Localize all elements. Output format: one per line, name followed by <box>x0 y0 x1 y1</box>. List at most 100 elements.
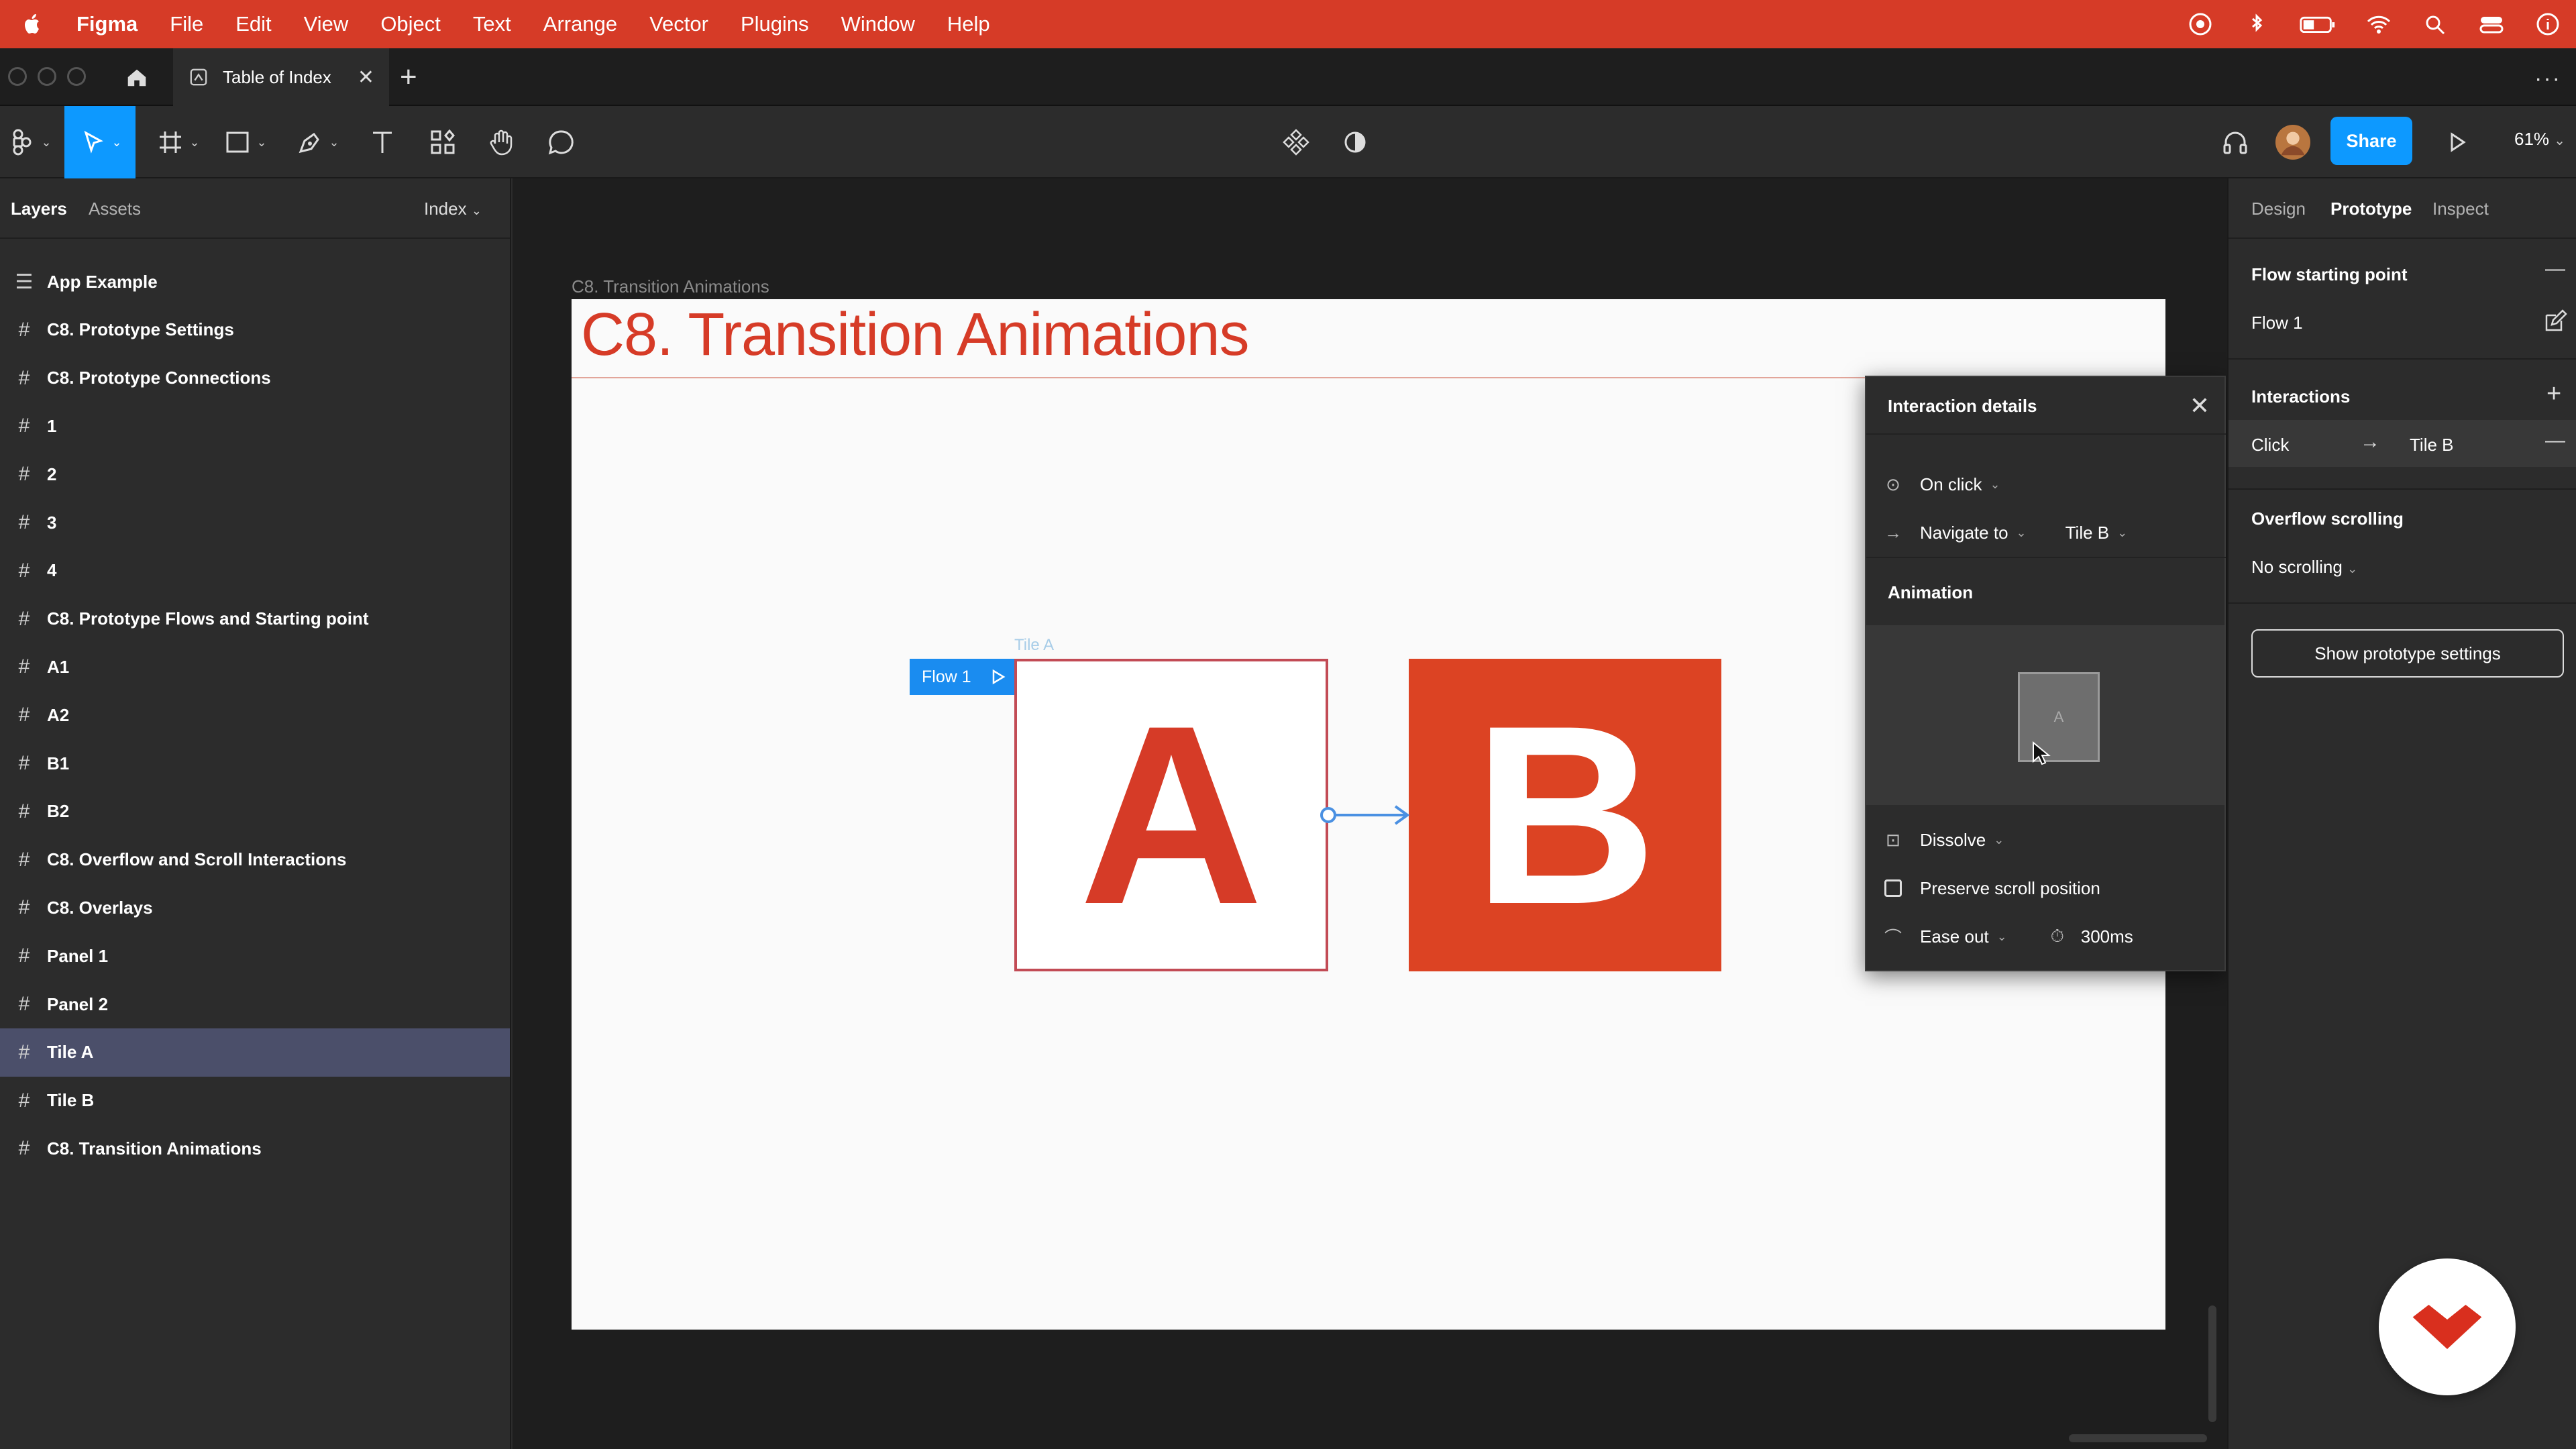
layer-row[interactable]: ☰ App Example <box>0 258 510 306</box>
menu-view[interactable]: View <box>304 12 349 36</box>
interaction-list-item[interactable]: Click → Tile B — <box>2229 420 2576 467</box>
info-icon[interactable] <box>2533 11 2563 38</box>
frame-heading[interactable]: C8. Transition Animations <box>581 301 1249 370</box>
preserve-scroll-row[interactable]: Preserve scroll position <box>1866 864 2226 912</box>
frame-label[interactable]: C8. Transition Animations <box>572 276 769 297</box>
layer-row[interactable]: # C8. Overflow and Scroll Interactions <box>0 836 510 884</box>
layer-row[interactable]: # C8. Prototype Connections <box>0 354 510 402</box>
window-minimize-button[interactable] <box>38 67 56 86</box>
duration-input[interactable]: 300ms <box>2081 926 2133 947</box>
tile-b-frame[interactable]: B <box>1409 659 1721 971</box>
creative-cloud-icon[interactable] <box>2186 11 2215 38</box>
flow-start-badge[interactable]: Flow 1 <box>910 659 1014 695</box>
menu-arrange[interactable]: Arrange <box>543 12 617 36</box>
close-icon[interactable]: ✕ <box>2190 392 2210 420</box>
tab-layers[interactable]: Layers <box>11 199 67 219</box>
tab-assets[interactable]: Assets <box>89 199 141 219</box>
window-close-button[interactable] <box>8 67 27 86</box>
menu-plugins[interactable]: Plugins <box>741 12 809 36</box>
layer-row[interactable]: #4 <box>0 547 510 595</box>
menu-text[interactable]: Text <box>473 12 511 36</box>
prototype-connection-arrow[interactable] <box>1315 798 1422 832</box>
component-button[interactable] <box>1272 106 1320 178</box>
more-options-icon[interactable]: ··· <box>2534 66 2561 92</box>
window-zoom-button[interactable] <box>67 67 86 86</box>
layer-row[interactable]: #3 <box>0 498 510 547</box>
main-menu-button[interactable]: ⌄ <box>0 106 59 178</box>
layer-row[interactable]: # Tile A <box>0 1028 510 1077</box>
tab-close-icon[interactable]: ✕ <box>358 66 374 89</box>
audio-chat-button[interactable] <box>2211 106 2259 178</box>
remove-interaction-minus-icon[interactable]: — <box>2545 429 2565 452</box>
layer-row[interactable]: #1 <box>0 402 510 450</box>
show-prototype-settings-button[interactable]: Show prototype settings <box>2251 629 2564 678</box>
vertical-scrollbar[interactable] <box>2208 1305 2216 1422</box>
layer-row[interactable]: # A1 <box>0 643 510 691</box>
animation-type-dropdown[interactable]: ⊡ Dissolve ⌄ <box>1866 816 2226 864</box>
spotlight-search-icon[interactable] <box>2420 11 2450 38</box>
apple-icon[interactable] <box>19 11 46 38</box>
layer-row[interactable]: # C8. Prototype Settings <box>0 306 510 354</box>
preserve-scroll-checkbox[interactable] <box>1884 879 1902 897</box>
tile-a-label[interactable]: Tile A <box>1014 636 1054 655</box>
layer-row[interactable]: # C8. Prototype Flows and Starting point <box>0 595 510 643</box>
play-icon[interactable] <box>990 669 1006 685</box>
destination-dropdown[interactable]: Tile B <box>2065 523 2110 543</box>
section-icon: ☰ <box>15 270 34 293</box>
comment-tool-button[interactable] <box>537 106 585 178</box>
page-selector[interactable]: Index ⌄ <box>424 199 482 219</box>
menu-object[interactable]: Object <box>380 12 441 36</box>
text-tool-button[interactable] <box>358 106 407 178</box>
layer-row[interactable]: #2 <box>0 450 510 498</box>
cursor-arrow-icon <box>84 130 104 154</box>
tab-document[interactable]: Table of Index ✕ <box>173 48 389 106</box>
menu-window[interactable]: Window <box>841 12 915 36</box>
new-tab-plus-icon[interactable]: + <box>400 60 417 94</box>
home-button[interactable] <box>106 48 168 106</box>
layer-row[interactable]: # A2 <box>0 691 510 739</box>
shape-tool-button[interactable]: ⌄ <box>216 106 274 178</box>
add-interaction-plus-icon[interactable]: + <box>2546 380 2561 409</box>
bluetooth-icon[interactable] <box>2242 11 2271 38</box>
tab-prototype[interactable]: Prototype <box>2330 199 2412 219</box>
action-dropdown[interactable]: Navigate to <box>1920 523 2008 543</box>
frame-tool-button[interactable]: ⌄ <box>149 106 207 178</box>
pen-tool-button[interactable]: ⌄ <box>288 106 346 178</box>
tab-inspect[interactable]: Inspect <box>2432 199 2489 219</box>
menu-help[interactable]: Help <box>947 12 990 36</box>
layer-row[interactable]: # C8. Overlays <box>0 883 510 932</box>
layer-row[interactable]: # Panel 1 <box>0 932 510 980</box>
present-button[interactable] <box>2428 106 2486 178</box>
edit-icon[interactable] <box>2542 309 2568 334</box>
tab-design[interactable]: Design <box>2251 199 2306 219</box>
share-button[interactable]: Share <box>2330 117 2412 165</box>
menu-file[interactable]: File <box>170 12 203 36</box>
mask-button[interactable] <box>1331 106 1379 178</box>
layer-row[interactable]: # B2 <box>0 788 510 836</box>
menu-app-name[interactable]: Figma <box>76 12 138 36</box>
trigger-dropdown[interactable]: ⊙ On click ⌄ <box>1866 460 2226 508</box>
layer-row[interactable]: # Tile B <box>0 1077 510 1125</box>
flow-name[interactable]: Flow 1 <box>2251 313 2303 333</box>
menu-edit[interactable]: Edit <box>235 12 271 36</box>
remove-flow-minus-icon[interactable]: — <box>2545 258 2565 280</box>
frame-hash-icon: # <box>18 511 30 533</box>
easing-dropdown[interactable]: Ease out <box>1920 926 1989 947</box>
user-avatar[interactable] <box>2269 106 2317 178</box>
tile-a-frame[interactable]: A <box>1014 659 1328 971</box>
wifi-icon[interactable] <box>2364 11 2394 38</box>
overflow-scrolling-dropdown[interactable]: No scrolling ⌄ <box>2251 557 2357 578</box>
frame-hash-icon: # <box>18 559 30 582</box>
resources-tool-button[interactable] <box>419 106 467 178</box>
hand-tool-button[interactable] <box>478 106 526 178</box>
zoom-dropdown[interactable]: 61% ⌄ <box>2514 129 2565 150</box>
battery-icon[interactable] <box>2298 11 2337 38</box>
home-icon <box>127 69 146 87</box>
move-tool-button[interactable]: ⌄ <box>64 106 136 178</box>
layer-row[interactable]: # C8. Transition Animations <box>0 1124 510 1173</box>
layer-row[interactable]: # Panel 2 <box>0 980 510 1028</box>
horizontal-scrollbar[interactable] <box>2069 1434 2207 1442</box>
control-center-icon[interactable] <box>2477 11 2506 38</box>
layer-row[interactable]: # B1 <box>0 739 510 788</box>
menu-vector[interactable]: Vector <box>649 12 708 36</box>
